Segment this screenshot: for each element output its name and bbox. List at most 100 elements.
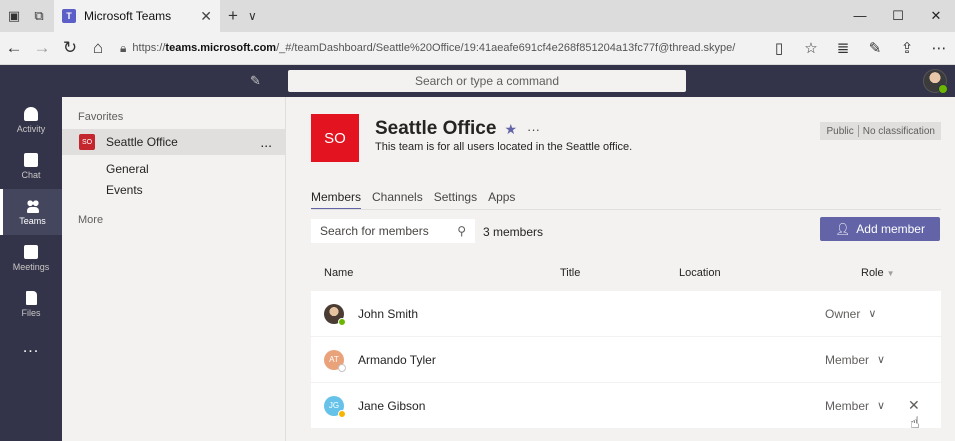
team-more-options-icon[interactable]: ... bbox=[260, 134, 272, 150]
sort-arrow-icon: ▼ bbox=[886, 269, 895, 278]
team-description: This team is for all users located in th… bbox=[375, 141, 633, 153]
tab-channels[interactable]: Channels bbox=[372, 190, 423, 210]
url-host: teams.microsoft.com bbox=[165, 42, 277, 54]
team-tabs: Members Channels Settings Apps bbox=[311, 190, 526, 210]
team-classification-badge: Public No classification bbox=[820, 122, 941, 140]
team-title-text: Seattle Office bbox=[375, 118, 497, 139]
rail-item-meetings[interactable]: Meetings bbox=[0, 235, 62, 281]
tab-settings[interactable]: Settings bbox=[434, 190, 477, 210]
member-name: John Smith bbox=[358, 306, 419, 321]
rail-item-activity[interactable]: Activity bbox=[0, 97, 62, 143]
team-tile: SO bbox=[311, 114, 359, 162]
more-icon[interactable]: ⋯ bbox=[923, 39, 955, 57]
favorite-star-icon[interactable]: ☆ bbox=[795, 39, 827, 57]
tab-members[interactable]: Members bbox=[311, 190, 362, 210]
back-icon[interactable]: ← bbox=[0, 38, 28, 58]
tab-preview-icon[interactable]: ▣ bbox=[3, 5, 25, 27]
new-tab-icon[interactable]: + bbox=[228, 6, 238, 26]
more-apps-icon: ... bbox=[22, 339, 40, 356]
rail-item-files[interactable]: Files bbox=[0, 281, 62, 327]
tab-apps[interactable]: Apps bbox=[488, 190, 515, 210]
avatar bbox=[324, 303, 346, 326]
rail-item-teams[interactable]: Teams bbox=[0, 189, 62, 235]
team-members-view: SO Seattle Office ★ ··· This team is for… bbox=[287, 97, 955, 441]
close-window-icon[interactable]: ✕ bbox=[917, 8, 955, 24]
favorites-label: Favorites bbox=[78, 111, 124, 123]
rail-label: Chat bbox=[21, 169, 41, 180]
member-row[interactable]: JG Jane Gibson Member ∨ ✕ bbox=[311, 383, 941, 428]
classification-label: No classification bbox=[862, 125, 935, 137]
url-field[interactable]: 🔒︎ https://teams.microsoft.com/_#/teamDa… bbox=[120, 36, 755, 60]
rail-label: Activity bbox=[16, 123, 46, 134]
add-member-label: Add member bbox=[856, 222, 925, 236]
reading-view-icon[interactable]: ▯ bbox=[763, 39, 795, 57]
member-search-input[interactable]: Search for members ⚲ bbox=[311, 219, 475, 243]
team-name: Seattle Office bbox=[106, 135, 178, 149]
presence-icon bbox=[338, 409, 346, 418]
forward-icon[interactable]: → bbox=[28, 38, 56, 58]
avatar-initials: JG bbox=[328, 401, 340, 410]
share-icon[interactable]: ⇪ bbox=[891, 39, 923, 57]
rail-item-more[interactable]: ... bbox=[0, 325, 62, 371]
member-search-placeholder: Search for members bbox=[320, 224, 429, 238]
maximize-icon[interactable]: ☐ bbox=[879, 8, 917, 24]
calendar-icon bbox=[24, 244, 38, 259]
tabs-aside-icon[interactable]: ⧉ bbox=[28, 5, 50, 27]
remove-member-icon[interactable]: ✕ bbox=[908, 397, 920, 414]
role-value: Member bbox=[825, 398, 870, 413]
teams-favicon-icon: T bbox=[62, 9, 76, 23]
role-value: Owner bbox=[825, 306, 861, 321]
home-icon[interactable]: ⌂ bbox=[84, 38, 112, 58]
teams-list-panel: Favorites SO Seattle Office ... General … bbox=[62, 97, 286, 441]
role-dropdown[interactable]: Member ∨ bbox=[825, 399, 885, 413]
column-header-name[interactable]: Name bbox=[324, 267, 353, 279]
window-controls: — ☐ ✕ bbox=[841, 8, 955, 24]
more-label[interactable]: More bbox=[78, 214, 103, 226]
pen-icon[interactable]: ✎ bbox=[859, 39, 891, 57]
file-icon bbox=[25, 290, 37, 305]
tab-list-chevron-icon[interactable]: ∨ bbox=[248, 9, 257, 23]
hand-cursor-icon: ☝ bbox=[910, 415, 920, 432]
bell-icon bbox=[24, 106, 38, 121]
profile-avatar[interactable] bbox=[923, 69, 948, 94]
command-search-box[interactable]: Search or type a command bbox=[288, 70, 686, 92]
member-row[interactable]: John Smith Owner ∨ bbox=[311, 291, 941, 336]
app-rail: Activity Chat Teams Meetings Files ... bbox=[0, 97, 62, 441]
member-name: Jane Gibson bbox=[358, 398, 426, 413]
team-more-icon[interactable]: ··· bbox=[527, 122, 540, 137]
chevron-down-icon: ∨ bbox=[877, 400, 886, 412]
role-dropdown[interactable]: Owner ∨ bbox=[825, 307, 876, 321]
presence-icon bbox=[338, 363, 346, 372]
avatar: JG bbox=[324, 395, 346, 418]
tab-close-icon[interactable]: ✕ bbox=[200, 8, 212, 25]
channel-events[interactable]: Events bbox=[106, 183, 143, 197]
role-value: Member bbox=[825, 352, 870, 367]
add-member-button[interactable]: 👤︎ Add member bbox=[820, 217, 940, 241]
address-bar: ← → ↻ ⌂ 🔒︎ https://teams.microsoft.com/_… bbox=[0, 32, 955, 65]
member-row[interactable]: AT Armando Tyler Member ∨ bbox=[311, 337, 941, 382]
url-path: /_#/teamDashboard/Seattle%20Office/19:41… bbox=[276, 42, 736, 54]
avatar: AT bbox=[324, 349, 346, 372]
column-header-title[interactable]: Title bbox=[560, 267, 580, 279]
column-header-role[interactable]: Role ▼ bbox=[861, 267, 895, 279]
rail-item-chat[interactable]: Chat bbox=[0, 143, 62, 189]
refresh-icon[interactable]: ↻ bbox=[56, 38, 84, 58]
tab-title: Microsoft Teams bbox=[84, 9, 172, 23]
favorites-hub-icon[interactable]: ≣ bbox=[827, 39, 859, 57]
compose-icon[interactable]: ✎ bbox=[250, 73, 266, 89]
role-dropdown[interactable]: Member ∨ bbox=[825, 353, 885, 367]
minimize-icon[interactable]: — bbox=[841, 8, 879, 24]
favorite-star-icon[interactable]: ★ bbox=[504, 121, 517, 138]
search-icon: ⚲ bbox=[457, 224, 466, 238]
tabs-divider bbox=[311, 209, 941, 210]
column-header-location[interactable]: Location bbox=[679, 267, 721, 279]
team-row-seattle-office[interactable]: SO Seattle Office ... bbox=[62, 129, 286, 155]
teams-top-bar: ✎ Search or type a command bbox=[0, 65, 955, 97]
rail-label: Teams bbox=[19, 215, 46, 226]
rail-label: Meetings bbox=[12, 261, 50, 272]
browser-tab[interactable]: T Microsoft Teams ✕ bbox=[54, 0, 220, 32]
channel-general[interactable]: General bbox=[106, 162, 149, 176]
browser-tab-bar: ▣ ⧉ T Microsoft Teams ✕ + ∨ — ☐ ✕ bbox=[0, 0, 955, 32]
column-header-role-label: Role bbox=[861, 267, 884, 279]
team-title: Seattle Office ★ ··· bbox=[375, 118, 540, 140]
